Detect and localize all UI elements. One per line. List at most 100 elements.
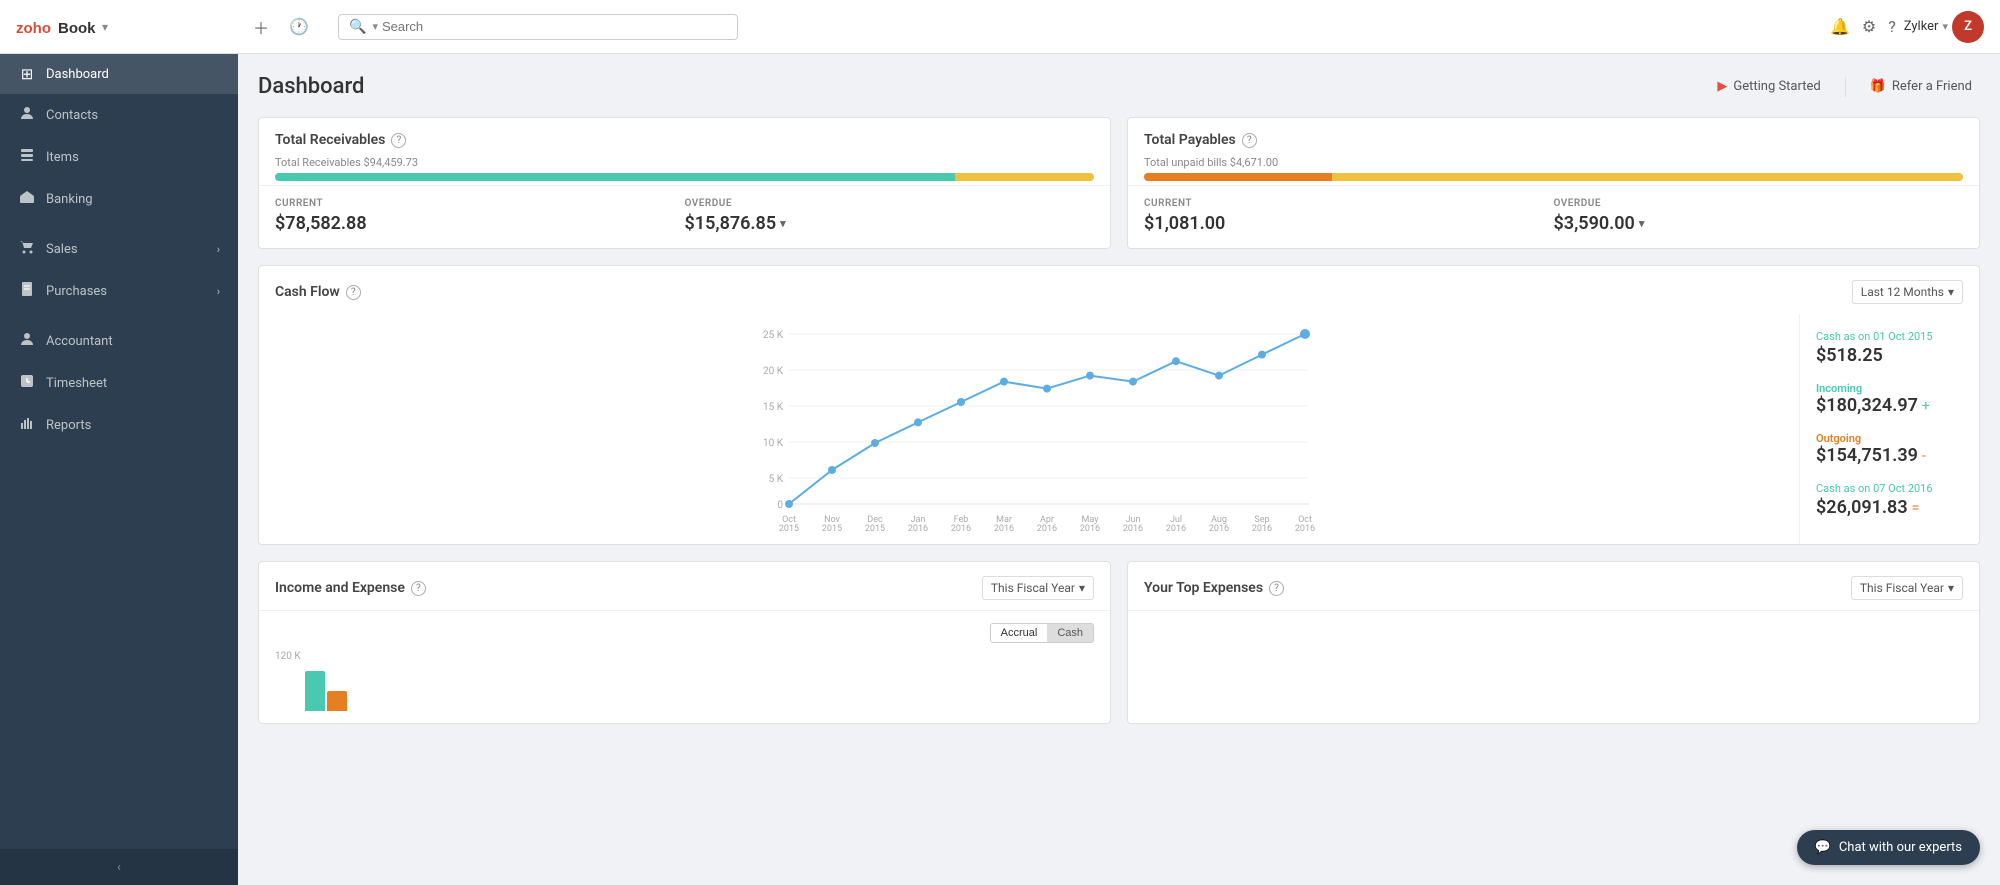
incoming-stat: Incoming $180,324.97 + [1816,382,1963,416]
search-dropdown-icon[interactable]: 🔍 [349,19,366,35]
receivables-current-label: CURRENT [275,198,685,209]
cash-button[interactable]: Cash [1047,624,1093,642]
top-expenses-filter-button[interactable]: This Fiscal Year ▾ [1851,576,1963,600]
topbar-right: 🔔 ⚙ ? Zylker ▾ Z [1826,11,2000,43]
header-divider [1845,77,1846,97]
receivables-current-metric: CURRENT $78,582.88 [275,198,685,234]
svg-text:2016: 2016 [1252,524,1272,534]
cashflow-filter-chevron: ▾ [1948,285,1954,299]
settings-icon[interactable]: ⚙ [1858,13,1880,40]
top-expenses-filter-chevron: ▾ [1948,581,1954,595]
outgoing-stat: Outgoing $154,751.39 - [1816,432,1963,466]
overdue-dropdown-icon[interactable]: ▾ [780,217,786,230]
payables-overdue-dropdown-icon[interactable]: ▾ [1639,217,1645,230]
gift-icon: 🎁 [1870,79,1886,94]
help-icon[interactable]: ? [1884,13,1900,40]
refer-friend-button[interactable]: 🎁 Refer a Friend [1862,75,1980,98]
top-expenses-body [1128,611,1979,635]
add-button[interactable]: ＋ [246,12,276,42]
sidebar-item-label: Purchases [46,284,107,299]
top-expenses-card: Your Top Expenses ? This Fiscal Year ▾ [1127,561,1980,724]
svg-text:0: 0 [777,500,783,511]
svg-text:2016: 2016 [1295,524,1315,534]
top-expenses-info-icon[interactable]: ? [1269,581,1284,596]
receivables-progress: Total Receivables $94,459.73 [259,156,1110,185]
payables-info-icon[interactable]: ? [1242,133,1257,148]
main-content: Dashboard ▶ Getting Started 🎁 Refer a Fr… [238,54,2000,885]
cash-flow-card: Cash Flow ? Last 12 Months ▾ [258,265,1980,545]
sidebar-collapse-button[interactable]: ‹ [0,849,238,885]
cashflow-stats: Cash as on 01 Oct 2015 $518.25 Incoming … [1799,314,1979,544]
receivables-current-value: $78,582.88 [275,213,685,234]
sidebar-item-sales[interactable]: Sales › [0,228,238,270]
cashflow-header: Cash Flow ? Last 12 Months ▾ [259,266,1979,314]
top-expenses-header: Your Top Expenses ? This Fiscal Year ▾ [1128,562,1979,611]
user-dropdown-icon[interactable]: ▾ [1942,20,1948,33]
receivables-bar-label: Total Receivables $94,459.73 [275,156,1094,169]
sidebar-item-label: Timesheet [46,376,107,391]
sidebar-item-dashboard[interactable]: ⊞ Dashboard [0,54,238,94]
cash-end-stat: Cash as on 07 Oct 2016 $26,091.83 = [1816,482,1963,518]
search-container: 🔍 ▾ [338,14,738,40]
cashflow-title-row: Cash Flow ? [275,284,361,300]
cashflow-filter-label: Last 12 Months [1861,285,1944,299]
sidebar: ⊞ Dashboard Contacts Items Banking Sales… [0,54,238,885]
cashflow-info-icon[interactable]: ? [346,285,361,300]
sidebar-item-contacts[interactable]: Contacts [0,94,238,136]
receivables-overdue-label: OVERDUE [685,198,1095,209]
purchases-chevron-icon: › [217,285,220,298]
cashflow-body: 25 K 20 K 15 K 10 K 5 K 0 [259,314,1979,544]
recent-button[interactable]: 🕐 [284,12,314,42]
payables-overdue-bar [1144,173,1332,181]
chat-label: Chat with our experts [1839,840,1962,855]
reports-icon [18,415,36,435]
outgoing-label: Outgoing [1816,432,1963,445]
notification-icon[interactable]: 🔔 [1826,13,1854,40]
payables-current-bar [1332,173,1963,181]
payables-overdue-metric: OVERDUE $3,590.00 ▾ [1554,198,1964,234]
outgoing-indicator: - [1922,448,1926,464]
receivables-overdue-bar [955,173,1094,181]
payables-header: Total Payables ? [1128,118,1979,156]
avatar[interactable]: Z [1952,11,1984,43]
cash-end-label: Cash as on 07 Oct 2016 [1816,482,1963,495]
getting-started-button[interactable]: ▶ Getting Started [1709,75,1828,98]
income-expense-filter-chevron: ▾ [1079,581,1085,595]
income-expense-body: Accrual Cash 120 K [259,611,1110,723]
topbar: zoho Books ▾ ＋ 🕐 🔍 ▾ 🔔 ⚙ ? Zylker ▾ Z [0,0,2000,54]
payables-current-label: CURRENT [1144,198,1554,209]
sidebar-item-banking[interactable]: Banking [0,178,238,220]
sidebar-item-label: Contacts [46,108,98,123]
sidebar-item-label: Banking [46,192,93,207]
cash-end-indicator: = [1912,500,1920,516]
sidebar-item-items[interactable]: Items [0,136,238,178]
total-payables-card: Total Payables ? Total unpaid bills $4,6… [1127,117,1980,249]
sidebar-item-label: Sales [46,242,78,257]
chat-widget[interactable]: 💬 Chat with our experts [1797,830,1980,865]
accrual-button[interactable]: Accrual [991,624,1048,642]
top-expenses-title: Your Top Expenses [1144,580,1263,596]
receivables-progress-bar [275,173,1094,181]
summary-cards-row: Total Receivables ? Total Receivables $9… [258,117,1980,249]
bottom-cards-row: Income and Expense ? This Fiscal Year ▾ … [258,561,1980,724]
items-icon [18,147,36,167]
page-title: Dashboard [258,74,364,99]
logo-dropdown-icon[interactable]: ▾ [102,20,108,34]
user-name[interactable]: Zylker [1904,19,1939,34]
income-expense-card: Income and Expense ? This Fiscal Year ▾ … [258,561,1111,724]
cashflow-filter-button[interactable]: Last 12 Months ▾ [1852,280,1963,304]
search-input[interactable] [382,19,727,34]
header-actions: ▶ Getting Started 🎁 Refer a Friend [1709,75,1980,98]
sidebar-item-timesheet[interactable]: Timesheet [0,362,238,404]
cash-start-value: $518.25 [1816,345,1963,366]
income-expense-info-icon[interactable]: ? [411,581,426,596]
receivables-info-icon[interactable]: ? [391,133,406,148]
income-expense-filter-button[interactable]: This Fiscal Year ▾ [982,576,1094,600]
sidebar-item-reports[interactable]: Reports [0,404,238,446]
accountant-icon [18,331,36,351]
sidebar-item-accountant[interactable]: Accountant [0,320,238,362]
sidebar-item-purchases[interactable]: Purchases › [0,270,238,312]
payables-current-value: $1,081.00 [1144,213,1554,234]
cashflow-chart-area: 25 K 20 K 15 K 10 K 5 K 0 [259,314,1799,544]
search-type-dropdown[interactable]: ▾ [372,20,378,33]
